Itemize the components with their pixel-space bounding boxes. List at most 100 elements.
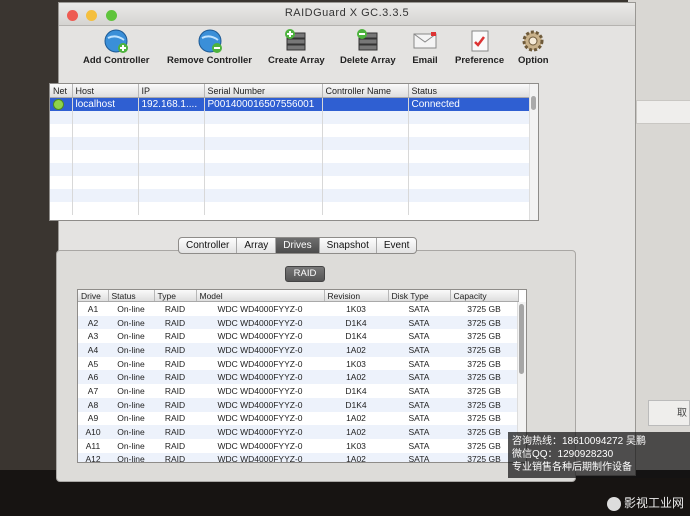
table-row[interactable]: A7 On-line RAID WDC WD4000FYYZ-0 D1K4 SATA 372… — [78, 384, 518, 398]
drive-cell: A4 — [78, 343, 108, 357]
table-row[interactable]: A9 On-line RAID WDC WD4000FYYZ-0 1A02 SATA 372… — [78, 412, 518, 426]
email-button[interactable]: Email — [411, 28, 439, 66]
table-row[interactable]: A4 On-line RAID WDC WD4000FYYZ-0 1A02 SATA 372… — [78, 343, 518, 357]
column-header[interactable]: Controller Name — [322, 84, 409, 98]
serial-cell: P001400016507556001 — [204, 97, 323, 111]
disk-type-cell: SATA — [408, 331, 430, 342]
create-array-label: Create Array — [268, 55, 325, 66]
status-cell: On-line — [117, 385, 145, 396]
type-cell: RAID — [164, 331, 186, 342]
option-label: Option — [518, 55, 549, 66]
remove-controller-label: Remove Controller — [167, 55, 252, 66]
type-cell: RAID — [154, 370, 196, 385]
disk-type-cell: SATA — [408, 413, 430, 424]
revision-cell: 1K03 — [346, 303, 366, 314]
column-header[interactable]: Model — [196, 290, 325, 302]
revision-cell: D1K4 — [324, 315, 388, 330]
revision-cell: D1K4 — [345, 331, 367, 342]
disk-type-cell: SATA — [388, 343, 450, 357]
column-header[interactable]: Net — [50, 84, 73, 98]
delete-array-button[interactable]: Delete Array — [340, 28, 396, 66]
revision-cell: D1K4 — [324, 397, 388, 412]
tab-bar: Controller Array Drives Snapshot Event — [178, 237, 418, 254]
disk-type-cell: SATA — [408, 385, 430, 396]
column-header[interactable]: Disk Type — [388, 290, 451, 302]
table-row[interactable]: A10 On-line RAID WDC WD4000FYYZ-0 1A02 SATA 37… — [78, 425, 518, 439]
status-cell: On-line — [108, 370, 154, 385]
raid-label: RAID — [285, 266, 325, 282]
model-cell: WDC WD4000FYYZ-0 — [217, 440, 303, 451]
capacity-cell: 3725 GB — [450, 343, 518, 357]
disk-type-cell: SATA — [388, 397, 450, 412]
add-controller-button[interactable]: Add Controller — [83, 28, 150, 66]
table-row[interactable]: A11 On-line RAID WDC WD4000FYYZ-0 1K03 SATA 37… — [78, 439, 518, 453]
table-row — [50, 189, 531, 202]
create-array-icon — [285, 29, 306, 51]
capacity-cell: 3725 GB — [450, 315, 518, 330]
status-cell: On-line — [108, 425, 154, 439]
table-row[interactable]: A1 On-line RAID WDC WD4000FYYZ-0 1K03 SATA 372… — [78, 302, 518, 316]
revision-cell: 1K03 — [346, 358, 366, 369]
drive-cell: A7 — [87, 385, 99, 396]
status-cell: On-line — [117, 413, 145, 424]
gear-icon — [522, 30, 544, 52]
scrollbar-thumb[interactable] — [519, 304, 524, 374]
title-bar[interactable]: RAIDGuard X GC.3.3.5 — [59, 3, 635, 26]
model-cell: WDC WD4000FYYZ-0 — [196, 397, 324, 412]
table-row[interactable]: A3 On-line RAID WDC WD4000FYYZ-0 D1K4 SATA 372… — [78, 329, 518, 343]
type-cell: RAID — [164, 358, 186, 369]
table-row[interactable]: A12 On-line RAID WDC WD4000FYYZ-0 1A02 SATA 37… — [78, 452, 518, 462]
remove-controller-button[interactable]: Remove Controller — [167, 28, 252, 66]
column-header[interactable]: IP — [138, 84, 205, 98]
tab-event[interactable]: Event — [377, 238, 417, 253]
model-cell: WDC WD4000FYYZ-0 — [196, 343, 324, 357]
column-header[interactable]: Status — [408, 84, 531, 98]
model-cell: WDC WD4000FYYZ-0 — [217, 303, 303, 314]
table-row[interactable]: A5 On-line RAID WDC WD4000FYYZ-0 1K03 SATA 372… — [78, 357, 518, 371]
model-cell: WDC WD4000FYYZ-0 — [196, 425, 324, 439]
capacity-cell: 3725 GB — [467, 303, 501, 314]
table-row[interactable]: localhost 192.168.1.... P001400016507556… — [50, 97, 531, 111]
vertical-scrollbar[interactable] — [529, 84, 538, 220]
table-row — [50, 202, 531, 215]
type-cell: RAID — [164, 413, 186, 424]
column-header[interactable]: Serial Number — [204, 84, 323, 98]
brand-watermark: 影视工业网 — [606, 494, 684, 511]
status-cell: On-line — [108, 315, 154, 330]
column-header[interactable]: Revision — [324, 290, 389, 302]
column-header[interactable]: Host — [72, 84, 139, 98]
column-header[interactable]: Type — [154, 290, 197, 302]
tab-controller[interactable]: Controller — [179, 238, 238, 253]
column-header[interactable]: Drive — [78, 290, 109, 302]
model-cell: WDC WD4000FYYZ-0 — [217, 413, 303, 424]
drive-cell: A3 — [87, 331, 99, 342]
tab-drives[interactable]: Drives — [276, 238, 320, 253]
table-row[interactable]: A6 On-line RAID WDC WD4000FYYZ-0 1A02 SATA 372… — [78, 370, 518, 385]
scrollbar-thumb[interactable] — [531, 96, 536, 110]
create-array-button[interactable]: Create Array — [268, 28, 325, 66]
column-header[interactable]: Status — [108, 290, 155, 302]
column-header[interactable]: Capacity — [450, 290, 519, 302]
status-cell: On-line — [108, 452, 154, 462]
type-cell: RAID — [164, 385, 186, 396]
option-button[interactable]: Option — [518, 28, 549, 66]
tab-snapshot[interactable]: Snapshot — [320, 238, 377, 253]
table-row[interactable]: A8 On-line RAID WDC WD4000FYYZ-0 D1K4 SATA 372… — [78, 397, 518, 412]
brand-name: 影视工业网 — [623, 496, 684, 510]
preference-icon — [471, 30, 489, 52]
window-title: RAIDGuard X GC.3.3.5 — [284, 7, 410, 19]
remove-controller-icon — [198, 29, 222, 53]
model-cell: WDC WD4000FYYZ-0 — [217, 331, 303, 342]
capacity-cell: 3725 GB — [467, 358, 501, 369]
tab-array[interactable]: Array — [237, 238, 277, 253]
preference-button[interactable]: Preference — [455, 28, 504, 66]
disk-type-cell: SATA — [408, 358, 430, 369]
disk-type-cell: SATA — [408, 440, 430, 451]
controller-name-cell — [322, 97, 409, 111]
status-cell: On-line — [108, 397, 154, 412]
table-row[interactable]: A2 On-line RAID WDC WD4000FYYZ-0 D1K4 SATA 372… — [78, 315, 518, 330]
table-row — [50, 150, 531, 163]
disk-type-cell: SATA — [388, 315, 450, 330]
host-cell: localhost — [72, 97, 139, 111]
ip-cell: 192.168.1.... — [138, 97, 205, 111]
